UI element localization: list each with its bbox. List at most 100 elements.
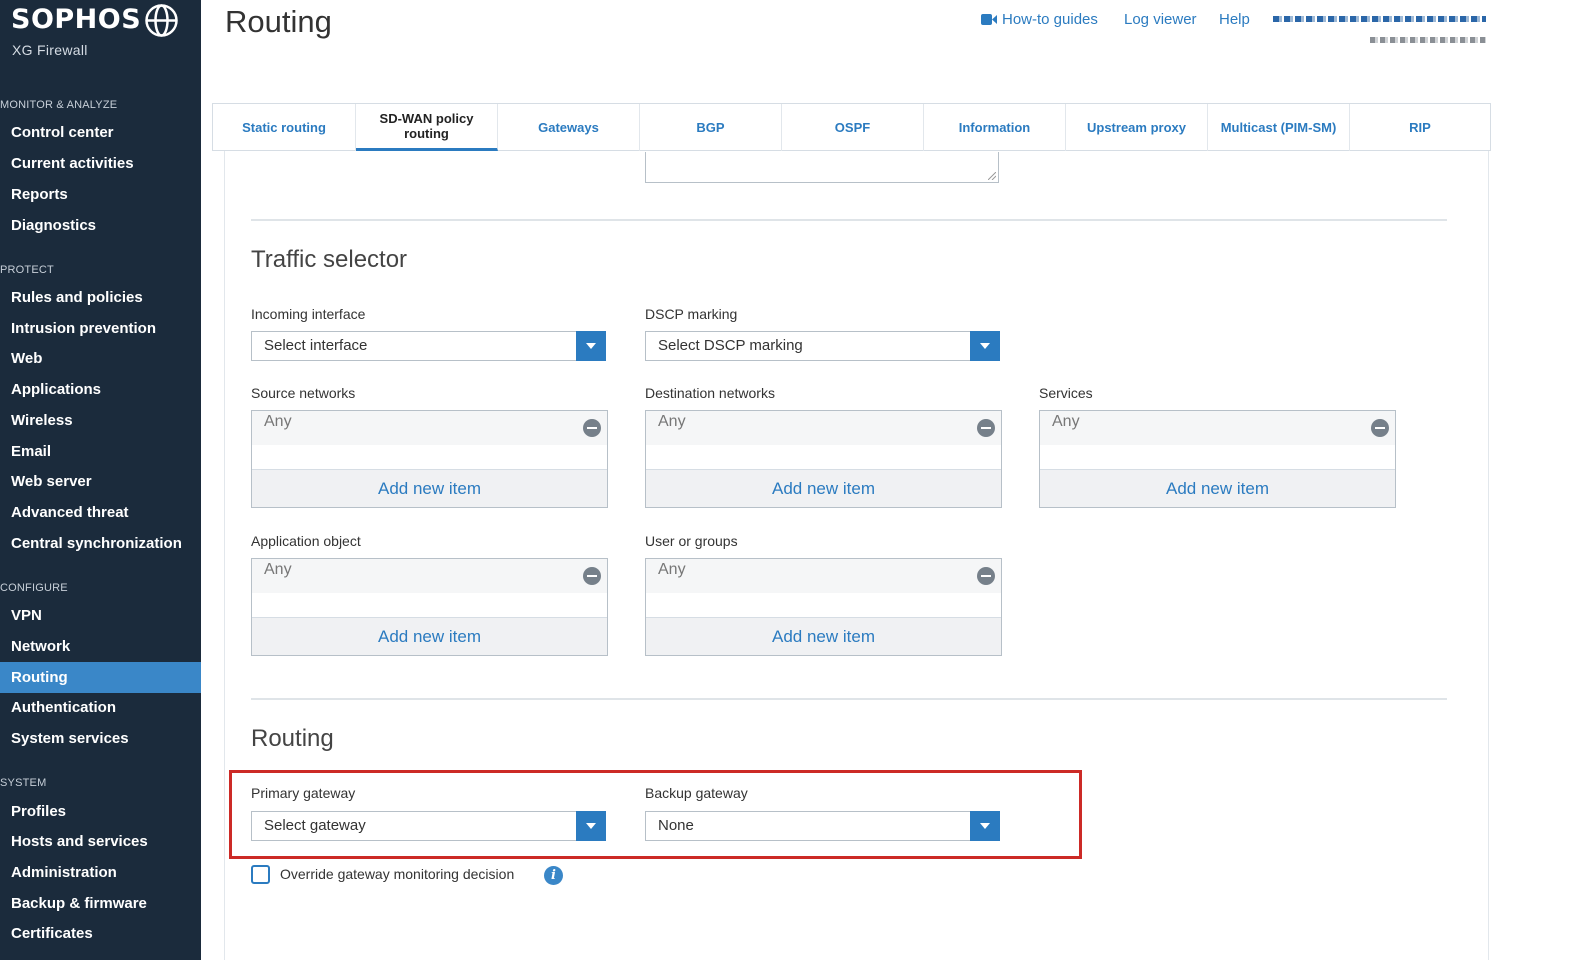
howto-guides-link[interactable]: How-to guides [1002,11,1098,28]
list-item: Any [646,411,1001,445]
tab-bgp[interactable]: BGP [640,104,782,151]
info-icon[interactable]: i [544,866,563,885]
list-item-text: Any [264,413,292,430]
nav-item-web-server[interactable]: Web server [0,466,201,497]
list-item-text: Any [658,413,686,430]
primary-gateway-label: Primary gateway [251,785,356,801]
source-networks-list: Any Add new item [251,410,608,508]
remove-icon[interactable] [1371,419,1389,437]
nav-item-reports[interactable]: Reports [0,179,201,210]
dscp-marking-select[interactable]: Select DSCP marking [645,331,1000,361]
add-new-item-button[interactable]: Add new item [646,469,1001,507]
user-account-redacted[interactable] [1273,16,1486,22]
list-item-text: Any [658,561,686,578]
incoming-interface-label: Incoming interface [251,306,366,322]
application-object-label: Application object [251,533,361,549]
remove-icon[interactable] [977,419,995,437]
tab-rip[interactable]: RIP [1350,104,1490,151]
dscp-marking-label: DSCP marking [645,306,738,322]
nav-section-configure: CONFIGURE [0,582,68,594]
tab-upstream-proxy[interactable]: Upstream proxy [1066,104,1208,151]
add-new-item-button[interactable]: Add new item [1040,469,1395,507]
resize-handle-icon[interactable] [988,172,996,180]
nav-item-network[interactable]: Network [0,631,201,662]
override-gateway-label: Override gateway monitoring decision [280,866,515,882]
chevron-down-icon[interactable] [970,331,1000,361]
destination-networks-label: Destination networks [645,385,775,401]
backup-gateway-select[interactable]: None [645,811,1000,841]
product-name: XG Firewall [12,42,88,58]
brand-name: SOPHOS [11,4,142,35]
add-new-item-button[interactable]: Add new item [252,469,607,507]
nav-section-system: SYSTEM [0,777,47,789]
chevron-down-icon[interactable] [576,331,606,361]
sophos-logo[interactable]: SOPHOS XG Firewall [11,4,142,58]
add-new-item-button[interactable]: Add new item [252,617,607,655]
services-label: Services [1039,385,1093,401]
user-or-groups-label: User or groups [645,533,738,549]
section-divider [251,698,1447,700]
incoming-interface-value: Select interface [264,337,368,354]
remove-icon[interactable] [583,419,601,437]
nav-item-applications[interactable]: Applications [0,374,201,405]
primary-gateway-select[interactable]: Select gateway [251,811,606,841]
nav-item-routing[interactable]: Routing [0,662,201,693]
description-textarea[interactable] [645,152,999,183]
nav-item-web[interactable]: Web [0,343,201,374]
add-new-item-button[interactable]: Add new item [646,617,1001,655]
list-item: Any [1040,411,1395,445]
nav-item-certificates[interactable]: Certificates [0,918,201,949]
device-info-redacted [1370,37,1486,43]
nav-section-monitor: MONITOR & ANALYZE [0,99,118,111]
help-link[interactable]: Help [1219,11,1250,28]
nav-item-authentication[interactable]: Authentication [0,692,201,723]
video-camera-icon[interactable] [981,13,997,26]
override-gateway-checkbox[interactable] [251,865,270,884]
page-title: Routing [225,4,332,39]
dscp-marking-value: Select DSCP marking [658,337,803,354]
routing-section-title: Routing [251,725,334,752]
application-object-list: Any Add new item [251,558,608,656]
list-item: Any [646,559,1001,593]
chevron-down-icon[interactable] [576,811,606,841]
globe-icon [145,4,178,37]
tab-sd-wan-policy-routing[interactable]: SD-WAN policy routing [356,104,498,151]
nav-item-diagnostics[interactable]: Diagnostics [0,210,201,241]
tab-gateways[interactable]: Gateways [498,104,640,151]
nav-item-hosts-and-services[interactable]: Hosts and services [0,826,201,857]
nav-item-advanced-threat[interactable]: Advanced threat [0,497,201,528]
nav-item-rules-and-policies[interactable]: Rules and policies [0,282,201,313]
list-item-text: Any [1052,413,1080,430]
tab-static-routing[interactable]: Static routing [213,104,356,151]
tab-sd-wan-label: SD-WAN policy routing [379,111,474,141]
nav-section-protect: PROTECT [0,264,54,276]
nav-item-email[interactable]: Email [0,436,201,467]
services-list: Any Add new item [1039,410,1396,508]
remove-icon[interactable] [977,567,995,585]
nav-item-control-center[interactable]: Control center [0,117,201,148]
destination-networks-list: Any Add new item [645,410,1002,508]
user-or-groups-list: Any Add new item [645,558,1002,656]
nav-item-current-activities[interactable]: Current activities [0,148,201,179]
list-item: Any [252,559,607,593]
nav-item-backup-firmware[interactable]: Backup & firmware [0,888,201,919]
nav-item-intrusion-prevention[interactable]: Intrusion prevention [0,313,201,344]
nav-item-central-synchronization[interactable]: Central synchronization [0,528,201,559]
incoming-interface-select[interactable]: Select interface [251,331,606,361]
tab-bar: Static routing SD-WAN policy routing Gat… [212,103,1491,151]
nav-item-wireless[interactable]: Wireless [0,405,201,436]
nav-item-system-services[interactable]: System services [0,723,201,754]
tab-information[interactable]: Information [924,104,1066,151]
nav-item-administration[interactable]: Administration [0,857,201,888]
log-viewer-link[interactable]: Log viewer [1124,11,1197,28]
tab-multicast[interactable]: Multicast (PIM-SM) [1208,104,1350,151]
section-divider [251,219,1447,221]
source-networks-label: Source networks [251,385,356,401]
tab-ospf[interactable]: OSPF [782,104,924,151]
backup-gateway-label: Backup gateway [645,785,748,801]
chevron-down-icon[interactable] [970,811,1000,841]
nav-item-vpn[interactable]: VPN [0,600,201,631]
nav-item-profiles[interactable]: Profiles [0,796,201,827]
remove-icon[interactable] [583,567,601,585]
sidebar: SOPHOS XG Firewall MONITOR & ANALYZE Con… [0,0,201,960]
